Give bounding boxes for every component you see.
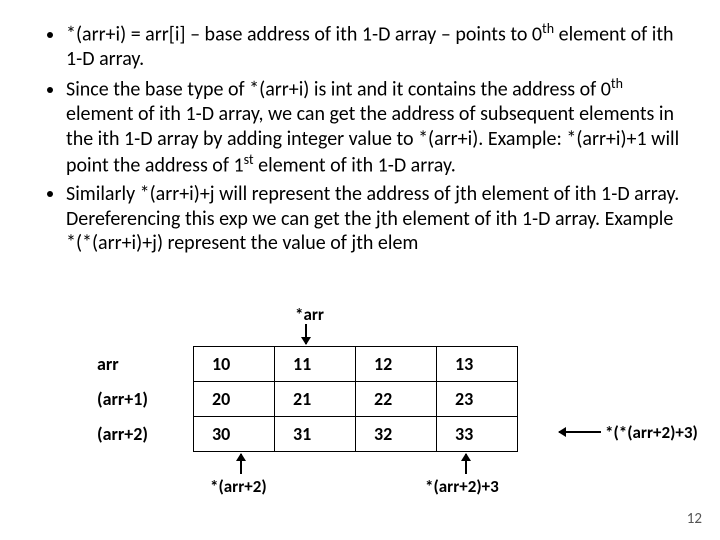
- bullet-2: Since the base type of *(arr+i) is int a…: [66, 75, 680, 178]
- label-below-right: *(arr+2)+3: [425, 476, 499, 497]
- cell: 21: [275, 382, 356, 417]
- row-header: (arr+2): [95, 417, 194, 452]
- bullet-list: *(arr+i) = arr[i] – base address of ith …: [40, 20, 680, 255]
- arrow-down-icon: [305, 324, 307, 344]
- table-row: arr 10 11 12 13: [95, 347, 518, 382]
- bullet-2-post: element of ith 1-D array.: [254, 154, 456, 178]
- cell: 22: [356, 382, 437, 417]
- label-star-arr: *arr: [295, 304, 324, 325]
- cell: 10: [194, 347, 275, 382]
- cell: 13: [437, 347, 518, 382]
- cell: 20: [194, 382, 275, 417]
- arrow-up-icon: [240, 454, 242, 474]
- cell: 12: [356, 347, 437, 382]
- cell: 11: [275, 347, 356, 382]
- page-number: 12: [687, 510, 702, 528]
- cell: 30: [194, 417, 275, 452]
- bullet-1-sup: th: [542, 20, 554, 37]
- arrow-up-icon: [465, 454, 467, 474]
- cell: 33: [437, 417, 518, 452]
- bullet-1: *(arr+i) = arr[i] – base address of ith …: [66, 20, 680, 71]
- row-header: arr: [95, 347, 194, 382]
- row-header: (arr+1): [95, 382, 194, 417]
- bullet-1-pre: *(arr+i) = arr[i] – base address of ith …: [66, 23, 542, 47]
- bullet-3: Similarly *(arr+i)+j will represent the …: [66, 182, 680, 255]
- bullet-2-sup: th: [611, 75, 623, 92]
- arrow-left-icon: [559, 431, 601, 433]
- table-row: (arr+2) 30 31 32 33: [95, 417, 518, 452]
- array-table: arr 10 11 12 13 (arr+1) 20 21 22 23 (arr…: [95, 346, 518, 452]
- bullet-2-pre: Since the base type of *(arr+i) is int a…: [66, 78, 611, 102]
- label-below-left: *(arr+2): [210, 476, 267, 497]
- diagram: *arr arr 10 11 12 13 (arr+1) 20 21 22 23…: [95, 330, 655, 452]
- bullet-2-sup2: st: [244, 151, 254, 168]
- cell: 31: [275, 417, 356, 452]
- table-row: (arr+1) 20 21 22 23: [95, 382, 518, 417]
- slide: *(arr+i) = arr[i] – base address of ith …: [0, 0, 720, 540]
- cell: 23: [437, 382, 518, 417]
- label-side: *(*(arr+2)+3): [605, 422, 698, 443]
- cell: 32: [356, 417, 437, 452]
